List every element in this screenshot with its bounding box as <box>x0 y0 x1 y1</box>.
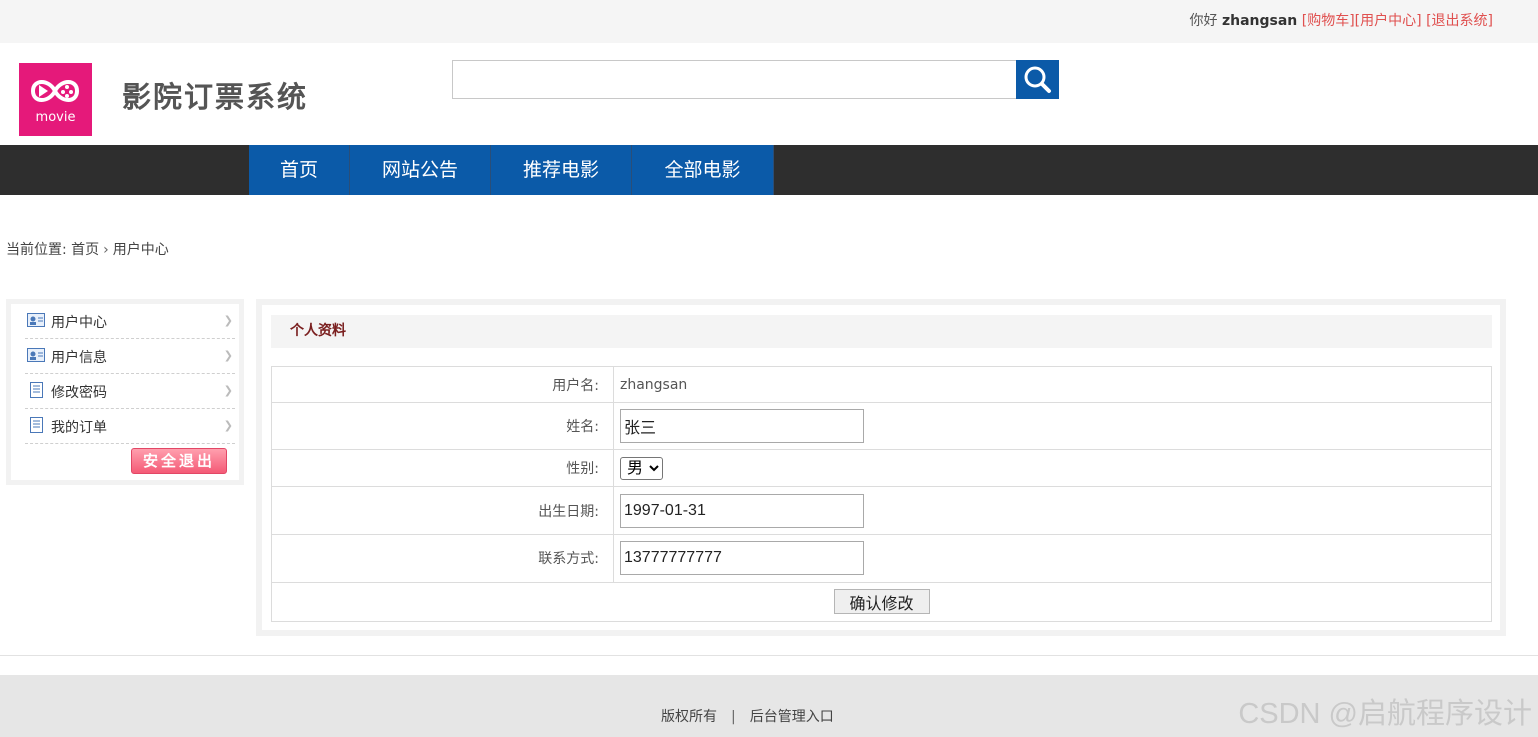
nav-item-announcements[interactable]: 网站公告 <box>350 145 491 195</box>
form-row-username: 用户名: zhangsan <box>271 365 1492 404</box>
birthdate-label: 出生日期: <box>271 486 614 535</box>
document-icon <box>30 417 43 433</box>
safe-logout-button[interactable]: 安全退出 <box>131 448 227 474</box>
confirm-edit-button[interactable]: 确认修改 <box>833 589 930 615</box>
top-bar: 你好 zhangsan [购物车][用户中心] [退出系统] <box>0 0 1538 43</box>
main-nav: 首页 网站公告 推荐电影 全部电影 <box>0 145 1538 195</box>
footer-divider <box>0 655 1538 675</box>
profile-form: 用户名: zhangsan 姓名: 性别: 男 出生日期: 联系方式 <box>271 365 1492 623</box>
search-input[interactable] <box>452 60 1017 99</box>
profile-panel: 个人资料 用户名: zhangsan 姓名: 性别: 男 出生日期: <box>256 299 1506 636</box>
user-center-link[interactable]: [用户中心] <box>1355 13 1422 29</box>
gender-select[interactable]: 男 <box>620 456 663 480</box>
document-icon <box>30 382 43 398</box>
nav-item-home[interactable]: 首页 <box>249 145 350 195</box>
gender-label: 性别: <box>271 449 614 488</box>
copyright-link[interactable]: 版权所有 <box>661 709 717 725</box>
form-row-name: 姓名: <box>271 402 1492 451</box>
cart-link[interactable]: [购物车] <box>1302 13 1355 29</box>
breadcrumb-current: 用户中心 <box>112 242 169 258</box>
username-value: zhangsan <box>613 365 1492 404</box>
contact-field[interactable] <box>620 541 864 576</box>
user-info: 你好 zhangsan [购物车][用户中心] [退出系统] <box>1190 0 1493 43</box>
user-card-icon <box>27 313 45 327</box>
footer: 版权所有 | 后台管理入口 CSDN @启航程序设计 <box>0 675 1538 737</box>
name-field[interactable] <box>620 409 864 444</box>
chevron-right-icon: ❯ <box>223 419 233 432</box>
site-title: 影院订票系统 <box>122 80 309 114</box>
search-icon <box>1024 66 1051 93</box>
breadcrumb-separator: › <box>103 242 109 258</box>
nav-item-all-movies[interactable]: 全部电影 <box>632 145 774 195</box>
name-label: 姓名: <box>271 402 614 451</box>
form-row-contact: 联系方式: <box>271 533 1492 583</box>
chevron-right-icon: ❯ <box>223 314 233 327</box>
username-text: zhangsan <box>1221 13 1298 29</box>
sidebar-item-user-center[interactable]: 用户中心 ❯ <box>25 304 235 339</box>
breadcrumb-prefix: 当前位置: <box>6 242 67 258</box>
search-button[interactable] <box>1016 60 1059 99</box>
watermark: CSDN @启航程序设计 <box>1238 698 1532 730</box>
nav-item-recommended[interactable]: 推荐电影 <box>491 145 632 195</box>
sidebar-item-label: 修改密码 <box>51 385 107 401</box>
form-row-submit: 确认修改 <box>271 581 1492 623</box>
sidebar-item-user-info[interactable]: 用户信息 ❯ <box>25 339 235 374</box>
username-label: 用户名: <box>271 365 614 404</box>
user-card-icon <box>27 348 45 362</box>
breadcrumb-home[interactable]: 首页 <box>71 242 99 258</box>
contact-label: 联系方式: <box>271 533 614 583</box>
breadcrumb: 当前位置: 首页 › 用户中心 <box>6 239 169 259</box>
chevron-right-icon: ❯ <box>223 384 233 397</box>
greeting-text: 你好 <box>1189 13 1218 29</box>
form-row-gender: 性别: 男 <box>271 449 1492 488</box>
movie-logo-icon <box>30 80 80 102</box>
sidebar-item-change-password[interactable]: 修改密码 ❯ <box>25 374 235 409</box>
site-logo[interactable]: movie <box>19 63 92 136</box>
sidebar-item-label: 用户中心 <box>51 315 107 331</box>
footer-separator: | <box>731 709 736 725</box>
logo-text: movie <box>35 110 76 125</box>
logout-link[interactable]: [退出系统] <box>1426 13 1493 29</box>
birthdate-field[interactable] <box>620 493 864 528</box>
sidebar: 用户中心 ❯ 用户信息 ❯ 修改密码 ❯ 我的订单 ❯ 安全退出 <box>6 299 244 485</box>
admin-entry-link[interactable]: 后台管理入口 <box>750 709 834 725</box>
chevron-right-icon: ❯ <box>223 349 233 362</box>
form-row-birthdate: 出生日期: <box>271 486 1492 535</box>
sidebar-item-label: 我的订单 <box>51 420 107 436</box>
sidebar-item-label: 用户信息 <box>51 350 107 366</box>
sidebar-item-my-orders[interactable]: 我的订单 ❯ <box>25 409 235 444</box>
panel-title: 个人资料 <box>271 315 1492 348</box>
